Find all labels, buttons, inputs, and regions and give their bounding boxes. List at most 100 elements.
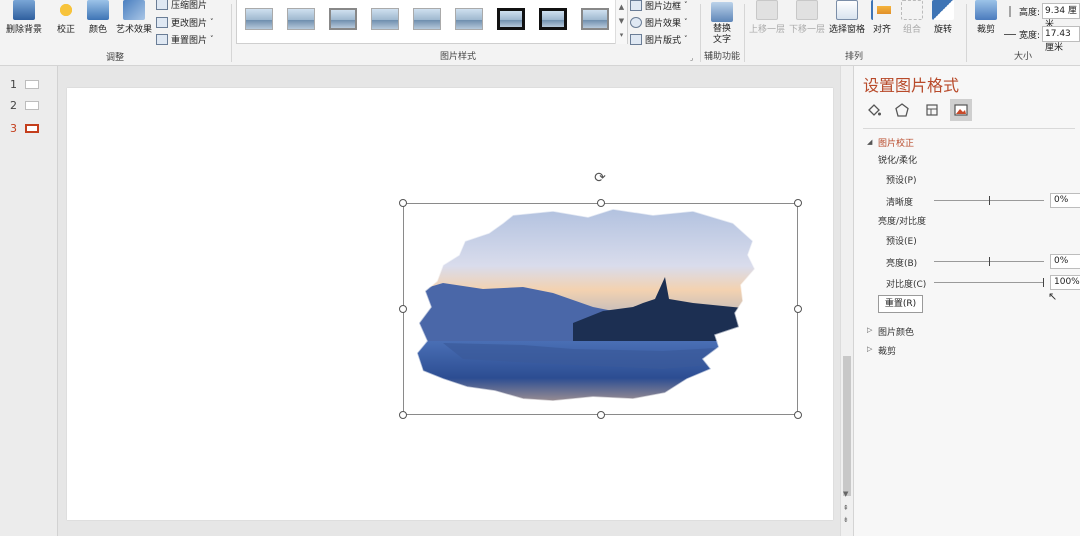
send-backward-icon — [796, 0, 818, 20]
align-button[interactable]: 对齐 — [868, 0, 896, 35]
height-icon — [1004, 5, 1016, 17]
scroll-down-icon[interactable]: ▼ — [843, 490, 848, 498]
style-thumbnail[interactable] — [539, 8, 567, 30]
presets-brightness-label[interactable]: 预设(E) — [886, 234, 917, 247]
remove-background-icon — [13, 0, 35, 20]
corrections-button[interactable]: 校正 — [52, 0, 80, 35]
contrast-label: 对比度(C) — [886, 280, 927, 290]
style-thumbnail[interactable] — [581, 8, 609, 30]
slider-knob[interactable] — [1043, 278, 1044, 287]
reset-picture-button[interactable]: 重置图片 ˅ — [156, 31, 214, 47]
crop-button[interactable]: 裁剪 — [972, 0, 1000, 35]
contrast-value[interactable]: 100% — [1050, 275, 1080, 290]
resize-handle[interactable] — [399, 411, 407, 419]
bring-forward-button[interactable]: 上移一层 — [748, 0, 786, 35]
chevron-up-icon[interactable]: ▲ — [616, 0, 627, 14]
compress-pictures-button[interactable]: 压缩图片 — [156, 0, 207, 12]
slide-thumbnail-1[interactable]: 1 — [10, 77, 39, 91]
alt-text-icon — [711, 2, 733, 22]
ribbon-separator — [231, 4, 232, 62]
picture-corrections-section[interactable]: 图片校正 — [878, 136, 914, 149]
scrollbar-thumb[interactable] — [843, 356, 851, 496]
style-thumbnail[interactable] — [413, 8, 441, 30]
gallery-scroll[interactable]: ▲ ▼ ▾ — [615, 0, 627, 44]
expanded-triangle-icon[interactable]: ◢ — [867, 138, 872, 146]
color-button[interactable]: 颜色 — [84, 0, 112, 35]
picture-icon — [954, 104, 968, 116]
resize-handle[interactable] — [399, 305, 407, 313]
fill-line-tab[interactable] — [863, 99, 885, 121]
picture-color-section[interactable]: 图片颜色 — [878, 325, 914, 338]
slide-thumbnail-3[interactable]: 3 — [10, 121, 39, 135]
previous-slide-icon[interactable]: ⇞ — [843, 504, 849, 512]
reset-button[interactable]: 重置(R) — [878, 295, 923, 313]
slider-knob[interactable] — [989, 196, 990, 205]
chevron-down-icon: ˅ — [684, 18, 688, 26]
brightness-contrast-label: 亮度/对比度 — [878, 217, 927, 227]
align-icon — [871, 0, 893, 20]
resize-handle[interactable] — [399, 199, 407, 207]
next-slide-icon[interactable]: ⇟ — [843, 516, 849, 524]
artistic-effects-button[interactable]: 艺术效果 — [114, 0, 154, 35]
sharpen-soften-label: 锐化/柔化 — [878, 156, 918, 166]
slide-preview — [25, 123, 39, 133]
chevron-down-icon[interactable]: ▼ — [616, 14, 627, 28]
group-button[interactable]: 组合 — [898, 0, 926, 35]
alt-text-button[interactable]: 替换文字 — [704, 0, 740, 46]
collapsed-triangle-icon[interactable]: ▷ — [867, 326, 872, 334]
rotate-icon — [932, 0, 954, 20]
rotate-button[interactable]: 旋转 — [928, 0, 958, 35]
style-thumbnail[interactable] — [287, 8, 315, 30]
remove-background-button[interactable]: 删除背景 — [2, 0, 46, 35]
collapsed-triangle-icon[interactable]: ▷ — [867, 345, 872, 353]
send-backward-button[interactable]: 下移一层 — [788, 0, 826, 35]
contrast-slider[interactable] — [934, 278, 1044, 287]
resize-handle[interactable] — [597, 199, 605, 207]
sharpness-value[interactable]: 0% — [1050, 193, 1080, 208]
chevron-down-icon: ˅ — [684, 35, 688, 43]
brightness-value[interactable]: 0% — [1050, 254, 1080, 269]
reset-picture-icon — [156, 33, 168, 45]
slide-thumbnail-2[interactable]: 2 — [10, 98, 39, 112]
gallery-more-icon[interactable]: ▾ — [616, 28, 627, 42]
crop-section[interactable]: 裁剪 — [878, 344, 896, 357]
resize-handle[interactable] — [794, 305, 802, 313]
vertical-scrollbar[interactable]: ▼ ⇞ ⇟ — [840, 66, 853, 536]
width-field[interactable]: 17.43 厘米 — [1042, 26, 1080, 53]
slider-knob[interactable] — [989, 257, 990, 266]
picture-layout-button[interactable]: 图片版式 ˅ — [630, 31, 688, 47]
style-thumbnail[interactable] — [245, 8, 273, 30]
adjust-group: 删除背景 校正 颜色 艺术效果 压缩图片 更改图片 ˅ 重置图片 ˅ 调整 — [0, 0, 230, 66]
style-thumbnail[interactable] — [329, 8, 357, 30]
resize-handle[interactable] — [597, 411, 605, 419]
picture-tab[interactable] — [950, 99, 972, 121]
height-field[interactable]: 9.34 厘米 — [1042, 3, 1080, 30]
presets-sharpen-label[interactable]: 预设(P) — [886, 173, 916, 186]
pane-title: 设置图片格式 — [863, 76, 960, 95]
styles-group-label: 图片样式 — [439, 52, 476, 62]
picture-styles-gallery: ▲ ▼ ▾ — [236, 0, 628, 44]
style-thumbnail[interactable] — [371, 8, 399, 30]
sharpness-slider[interactable] — [934, 196, 1044, 205]
picture-selection-frame[interactable] — [403, 203, 798, 415]
resize-handle[interactable] — [794, 199, 802, 207]
resize-handle[interactable] — [794, 411, 802, 419]
dialog-launcher-icon[interactable]: ⌟ — [690, 54, 693, 62]
style-thumbnail[interactable] — [497, 8, 525, 30]
size-properties-tab[interactable] — [921, 99, 943, 121]
arrange-group-label: 排列 — [844, 52, 863, 62]
brightness-slider[interactable] — [934, 257, 1044, 266]
chevron-down-icon: ˅ — [210, 35, 214, 43]
crop-icon — [975, 0, 997, 20]
artistic-effects-icon — [123, 0, 145, 20]
style-thumbnail[interactable] — [455, 8, 483, 30]
width-icon — [1004, 28, 1016, 40]
change-picture-button[interactable]: 更改图片 ˅ — [156, 14, 214, 30]
effects-tab[interactable] — [891, 99, 913, 121]
rotate-handle-icon[interactable]: ⟳ — [592, 170, 608, 186]
picture-effects-button[interactable]: 图片效果 ˅ — [630, 14, 688, 30]
pen-icon — [630, 0, 642, 11]
picture-border-button[interactable]: 图片边框 ˅ — [630, 0, 688, 13]
selection-pane-button[interactable]: 选择窗格 — [828, 0, 866, 35]
chevron-down-icon: ˅ — [210, 18, 214, 26]
